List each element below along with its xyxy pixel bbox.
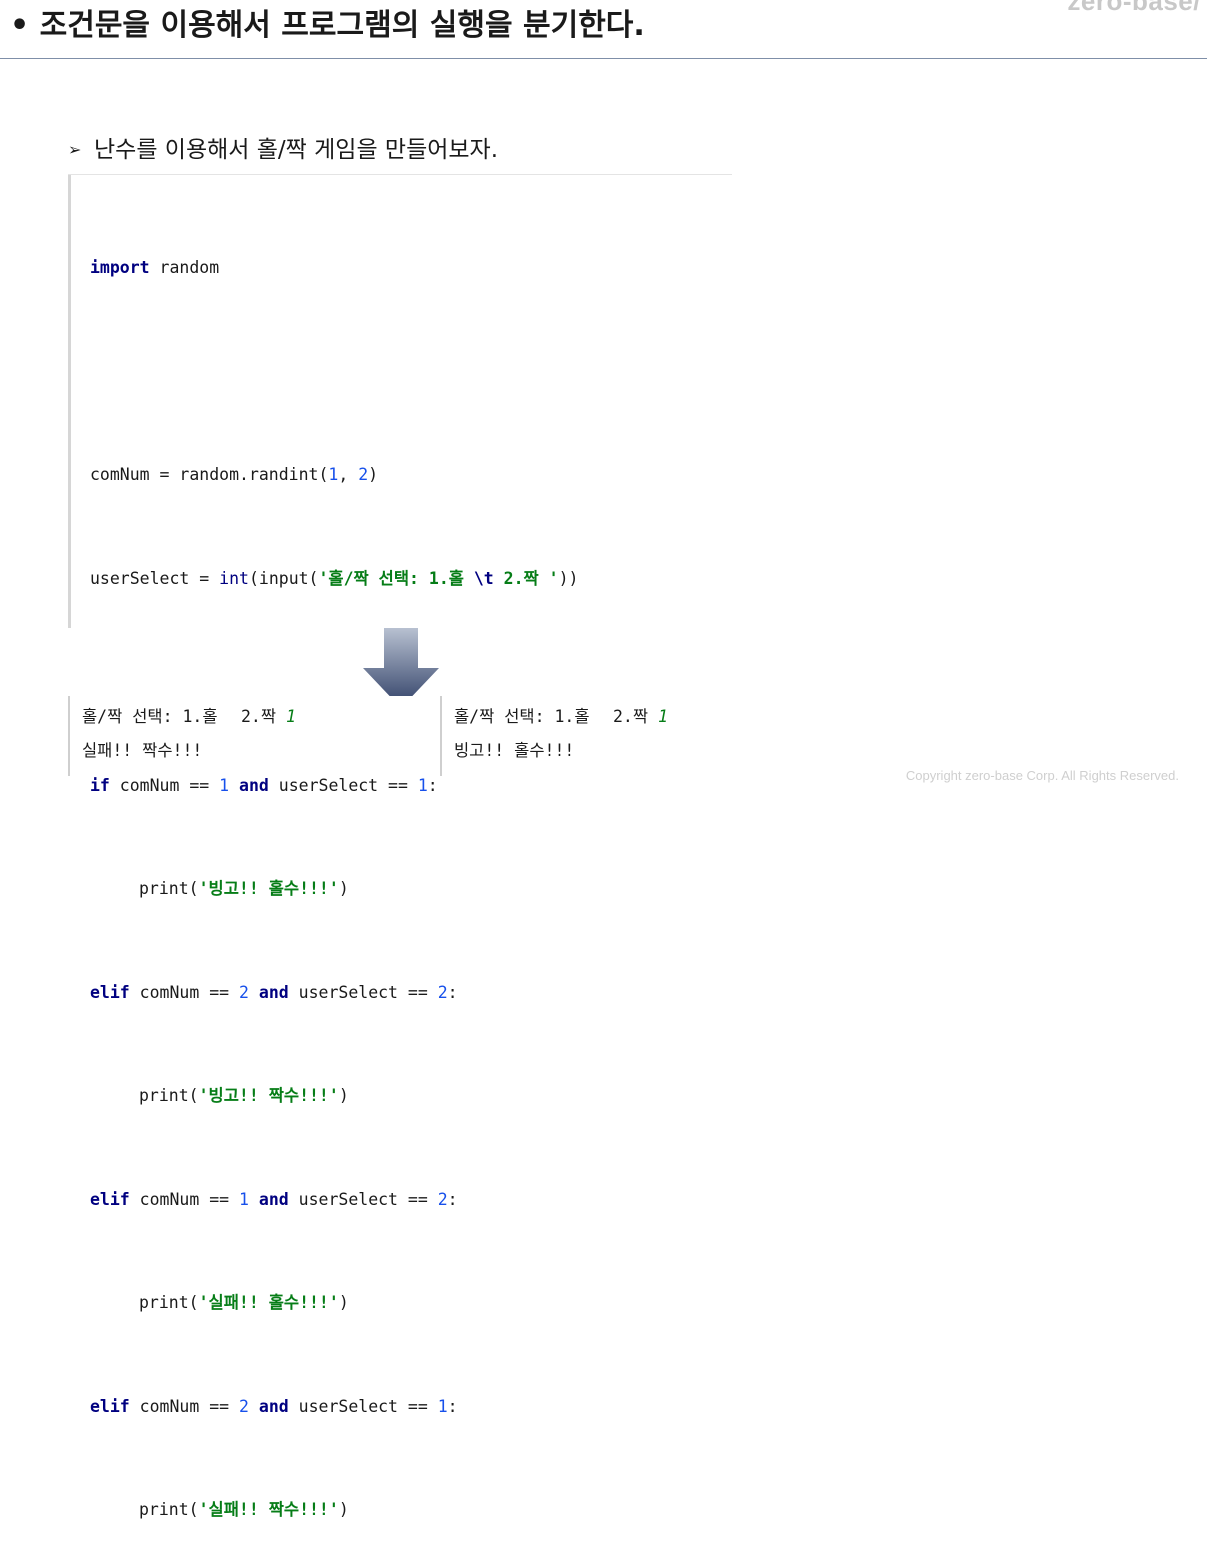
console-prompt: 홀/짝 선택: 1.홀 2.짝 [454, 707, 658, 726]
slide-title: • 조건문을 이용해서 프로그램의 실행을 분기한다. [10, 8, 645, 43]
logo: zero-base/ [1067, 0, 1201, 16]
copyright-notice: Copyright zero-base Corp. All Rights Res… [905, 768, 1179, 783]
code-line-12: elif comNum == 2 and userSelect == 1: [90, 1396, 458, 1416]
console-user-input: 1 [657, 707, 668, 726]
code-line-1: import random [90, 258, 220, 277]
console-left-border [68, 696, 70, 776]
code-line-8: elif comNum == 2 and userSelect == 2: [90, 982, 458, 1002]
title-divider [0, 58, 1207, 59]
code-line-11: print('실패!! 홀수!!!') [139, 1293, 349, 1312]
console-right-border [440, 696, 442, 776]
code-line-7: print('빙고!! 홀수!!!') [139, 879, 349, 898]
bullet-arrow-icon: ➢ [68, 140, 82, 159]
console-right-lines: 홀/짝 선택: 1.홀 2.짝 1 빙고!! 홀수!!! [454, 700, 668, 768]
code-editor-panel: import random comNum = random.randint(1,… [68, 174, 732, 1519]
code-lines: import random comNum = random.randint(1,… [90, 182, 578, 1564]
console-left-lines: 홀/짝 선택: 1.홀 2.짝 1 실패!! 짝수!!! [82, 700, 296, 768]
console-prompt: 홀/짝 선택: 1.홀 2.짝 [82, 707, 286, 726]
console-result: 빙고!! 홀수!!! [454, 741, 575, 760]
bullet-point: ➢ 난수를 이용해서 홀/짝 게임을 만들어보자. [68, 134, 498, 166]
code-line-10: elif comNum == 1 and userSelect == 2: [90, 1189, 458, 1209]
code-line-3: comNum = random.randint(1, 2) [90, 465, 379, 484]
code-line-13: print('실패!! 짝수!!!') [139, 1500, 349, 1519]
console-result: 실패!! 짝수!!! [82, 741, 203, 760]
code-line-4: userSelect = int(input('홀/짝 선택: 1.홀 \t 2… [90, 568, 579, 588]
console-user-input: 1 [285, 707, 296, 726]
code-line-9: print('빙고!! 짝수!!!') [139, 1086, 349, 1105]
code-gutter [68, 174, 71, 628]
console-output-right: 홀/짝 선택: 1.홀 2.짝 1 빙고!! 홀수!!! [440, 696, 820, 776]
bullet-text: 난수를 이용해서 홀/짝 게임을 만들어보자. [94, 137, 499, 163]
code-panel-top-border [68, 174, 732, 175]
console-output-left: 홀/짝 선택: 1.홀 2.짝 1 실패!! 짝수!!! [68, 696, 430, 776]
